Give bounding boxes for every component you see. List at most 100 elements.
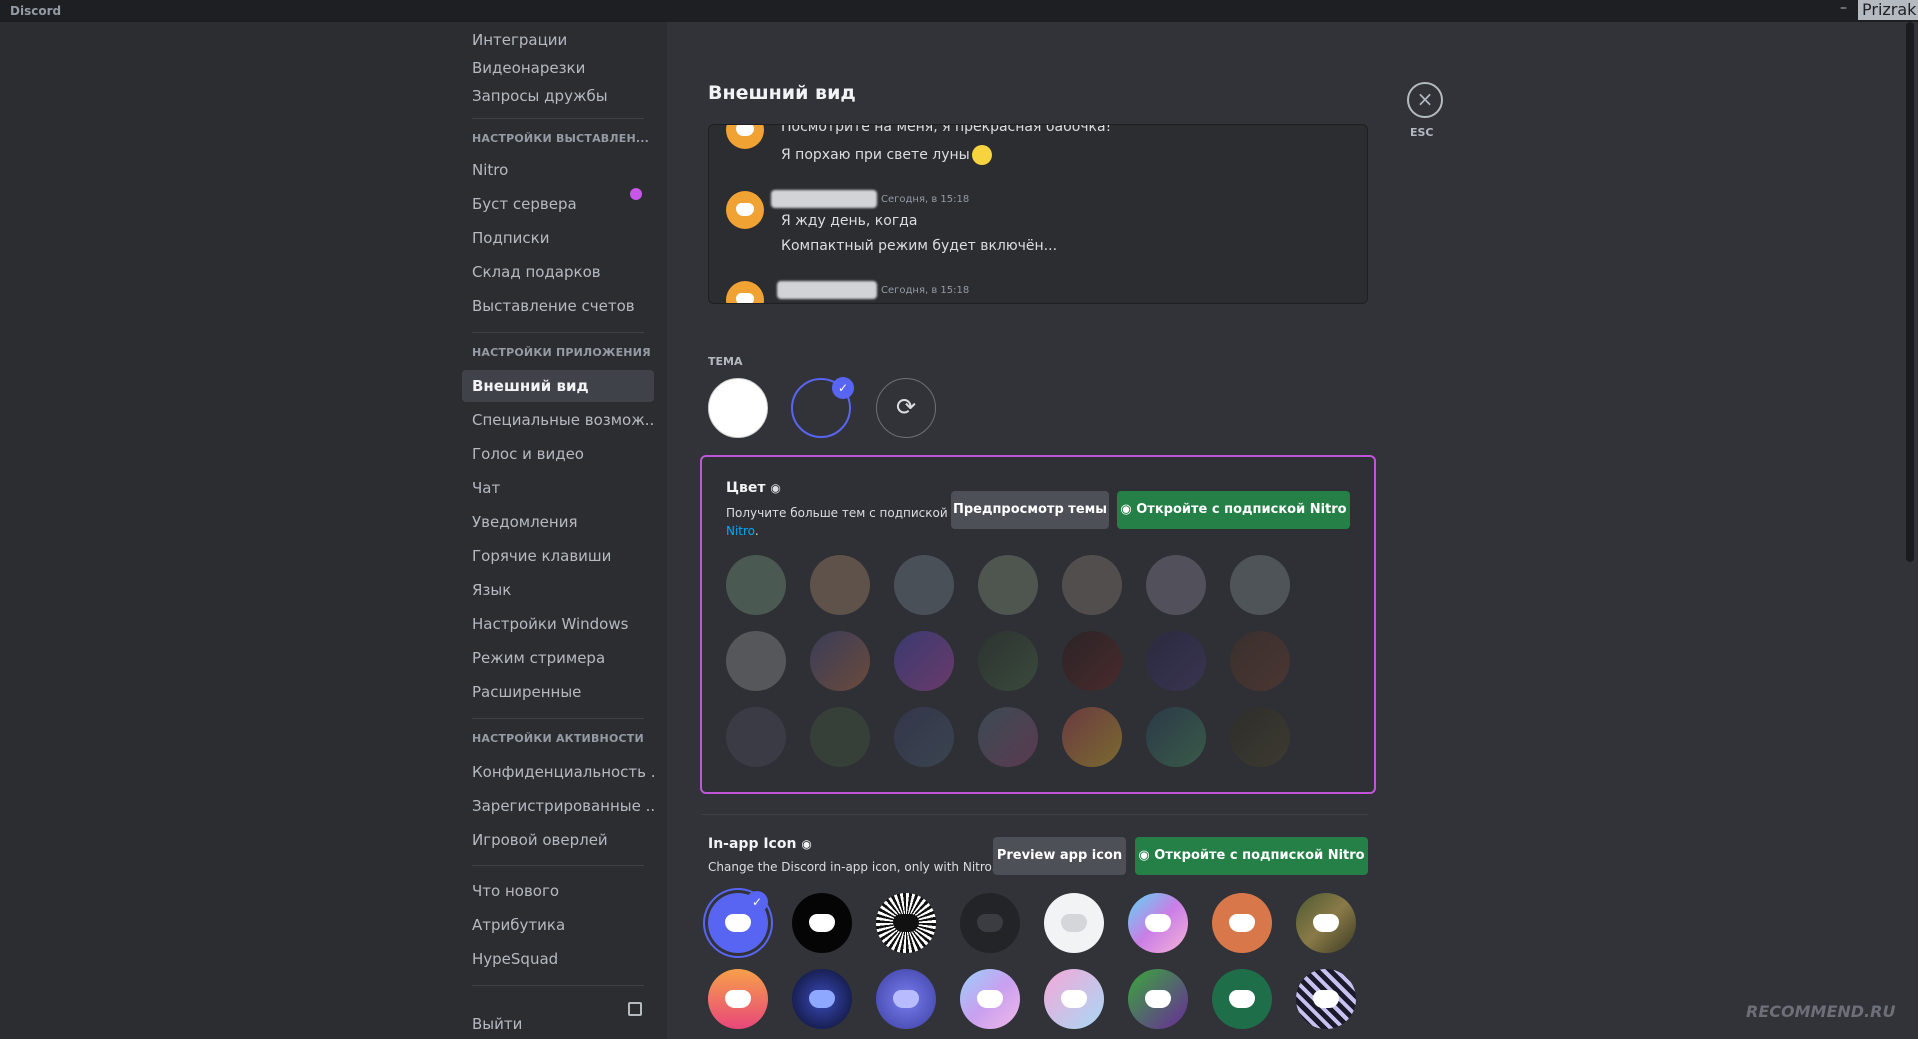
window-user-label: Prizrak bbox=[1858, 0, 1918, 20]
scrollbar[interactable] bbox=[1906, 22, 1914, 562]
sidebar-item-game-overlay[interactable]: Игровой оверлей bbox=[462, 824, 654, 856]
logout-icon bbox=[628, 1002, 642, 1016]
sidebar-divider bbox=[472, 718, 644, 719]
color-theme-swatch[interactable] bbox=[1062, 707, 1122, 767]
app-icon-option[interactable] bbox=[1296, 969, 1356, 1029]
sidebar-item-language[interactable]: Язык bbox=[462, 574, 654, 606]
sidebar-item-notifications[interactable]: Уведомления bbox=[462, 506, 654, 538]
color-theme-swatch[interactable] bbox=[726, 631, 786, 691]
nitro-icon: ◉ bbox=[1120, 502, 1137, 517]
sidebar-divider bbox=[472, 985, 644, 986]
smile-emoji-icon bbox=[971, 145, 992, 165]
color-theme-swatch[interactable] bbox=[978, 631, 1038, 691]
sidebar-item-merch[interactable]: Атрибутика bbox=[462, 909, 654, 941]
app-icon-section-title: In-app Icon ◉ bbox=[708, 836, 812, 852]
sidebar-item-hypesquad[interactable]: HypeSquad bbox=[462, 943, 654, 975]
sidebar-item-logout[interactable]: Выйти bbox=[462, 1008, 654, 1039]
sidebar-item-windows-settings[interactable]: Настройки Windows bbox=[462, 608, 654, 640]
sidebar-item-gift-inventory[interactable]: Склад подарков bbox=[462, 256, 654, 288]
preview-message-line: Я порхаю при свете луны bbox=[781, 145, 992, 165]
esc-label: ESC bbox=[1410, 126, 1434, 139]
sidebar-divider bbox=[472, 118, 644, 119]
app-icon-option[interactable] bbox=[876, 893, 936, 953]
sidebar-item-whats-new[interactable]: Что нового bbox=[462, 875, 654, 907]
app-icon-option[interactable] bbox=[1296, 893, 1356, 953]
color-theme-swatch[interactable] bbox=[1146, 707, 1206, 767]
sidebar-item-voice-video[interactable]: Голос и видео bbox=[462, 438, 654, 470]
nitro-icon: ◉ bbox=[801, 837, 812, 851]
app-icon-option[interactable] bbox=[708, 969, 768, 1029]
color-theme-swatch[interactable] bbox=[1062, 555, 1122, 615]
app-icon-option[interactable] bbox=[1044, 969, 1104, 1029]
color-theme-swatch[interactable] bbox=[1146, 555, 1206, 615]
check-icon: ✓ bbox=[746, 891, 768, 913]
color-theme-swatch[interactable] bbox=[726, 555, 786, 615]
blurred-username bbox=[777, 281, 877, 299]
sidebar-item-billing[interactable]: Выставление счетов bbox=[462, 290, 654, 322]
sidebar-item-nitro[interactable]: Nitro bbox=[462, 154, 654, 186]
app-icon-option[interactable] bbox=[960, 969, 1020, 1029]
sidebar-item-advanced[interactable]: Расширенные bbox=[462, 676, 654, 708]
sidebar-item-subscriptions[interactable]: Подписки bbox=[462, 222, 654, 254]
app-icon-option[interactable] bbox=[960, 893, 1020, 953]
app-icon-option[interactable] bbox=[792, 893, 852, 953]
message-preview: Посмотрите на меня, я прекрасная бабочка… bbox=[708, 124, 1368, 304]
app-icon-option[interactable] bbox=[876, 969, 936, 1029]
app-name: Discord bbox=[10, 4, 62, 18]
minimize-button[interactable]: – bbox=[1840, 0, 1847, 16]
sidebar-item-server-boost[interactable]: Буст сервера bbox=[462, 188, 654, 220]
app-icon-option[interactable] bbox=[1212, 893, 1272, 953]
sidebar-item-registered-games[interactable]: Зарегистрированные ... bbox=[462, 790, 654, 822]
sidebar-item-keybinds[interactable]: Горячие клавиши bbox=[462, 540, 654, 572]
color-theme-swatch[interactable] bbox=[810, 631, 870, 691]
sidebar-item-chat[interactable]: Чат bbox=[462, 472, 654, 504]
sidebar-header-app: НАСТРОЙКИ ПРИЛОЖЕНИЯ bbox=[472, 346, 651, 359]
color-theme-swatch[interactable] bbox=[978, 555, 1038, 615]
theme-label: ТЕМА bbox=[708, 355, 743, 368]
preview-message-line: Посмотрите на меня, я прекрасная бабочка… bbox=[781, 124, 1112, 135]
app-icon-option[interactable] bbox=[1128, 969, 1188, 1029]
check-icon: ✓ bbox=[832, 377, 854, 399]
sidebar-header-activity: НАСТРОЙКИ АКТИВНОСТИ bbox=[472, 732, 644, 745]
color-theme-swatch[interactable] bbox=[1062, 631, 1122, 691]
app-icon-option[interactable] bbox=[1128, 893, 1188, 953]
color-theme-swatch[interactable] bbox=[1146, 631, 1206, 691]
color-theme-swatch[interactable] bbox=[810, 707, 870, 767]
color-theme-swatch[interactable] bbox=[1230, 555, 1290, 615]
preview-app-icon-button[interactable]: Preview app icon bbox=[993, 837, 1126, 875]
theme-light-button[interactable] bbox=[708, 378, 768, 438]
nitro-link[interactable]: Nitro bbox=[726, 524, 755, 538]
unlock-nitro-button[interactable]: ◉ Откройте с подпиской Nitro bbox=[1117, 491, 1350, 529]
sidebar-item-accessibility[interactable]: Специальные возмож... bbox=[462, 404, 654, 436]
sidebar-item-streamer-mode[interactable]: Режим стримера bbox=[462, 642, 654, 674]
avatar bbox=[726, 281, 764, 303]
color-theme-swatch[interactable] bbox=[978, 707, 1038, 767]
settings-sidebar: Интеграции Видеонарезки Запросы дружбы Н… bbox=[0, 22, 667, 1039]
color-theme-swatch[interactable] bbox=[894, 555, 954, 615]
watermark: RECOMMEND.RU bbox=[1746, 1002, 1896, 1021]
preview-message-line: Я жду день, когда bbox=[781, 213, 918, 229]
app-icon-option[interactable] bbox=[1044, 893, 1104, 953]
avatar bbox=[726, 191, 764, 229]
message-timestamp: Сегодня, в 15:18 bbox=[881, 285, 970, 296]
color-theme-swatch[interactable] bbox=[894, 631, 954, 691]
theme-preview-button[interactable]: Предпросмотр темы bbox=[951, 491, 1109, 529]
sidebar-item-privacy[interactable]: Конфиденциальность ... bbox=[462, 756, 654, 788]
color-theme-swatch[interactable] bbox=[810, 555, 870, 615]
color-theme-swatch[interactable] bbox=[1230, 631, 1290, 691]
preview-message-line: Компактный режим будет включён... bbox=[781, 238, 1058, 254]
app-icon-option[interactable] bbox=[792, 969, 852, 1029]
theme-sync-button[interactable]: ⟳ bbox=[876, 378, 936, 438]
sidebar-item-appearance[interactable]: Внешний вид bbox=[462, 370, 654, 402]
color-section-description: Получите больше тем с подпиской Nitro. bbox=[726, 506, 948, 538]
sidebar-item-friend-requests[interactable]: Запросы дружбы bbox=[462, 80, 654, 112]
color-theme-swatch[interactable] bbox=[1230, 707, 1290, 767]
color-section-title: Цвет ◉ bbox=[726, 480, 781, 496]
section-divider bbox=[702, 814, 1368, 815]
color-theme-swatch[interactable] bbox=[894, 707, 954, 767]
unlock-nitro-button[interactable]: ◉ Откройте с подпиской Nitro bbox=[1135, 837, 1368, 875]
sidebar-header-billing: НАСТРОЙКИ ВЫСТАВЛЕН... bbox=[472, 132, 649, 145]
app-icon-option[interactable] bbox=[1212, 969, 1272, 1029]
close-button[interactable]: × bbox=[1407, 82, 1443, 118]
color-theme-swatch[interactable] bbox=[726, 707, 786, 767]
